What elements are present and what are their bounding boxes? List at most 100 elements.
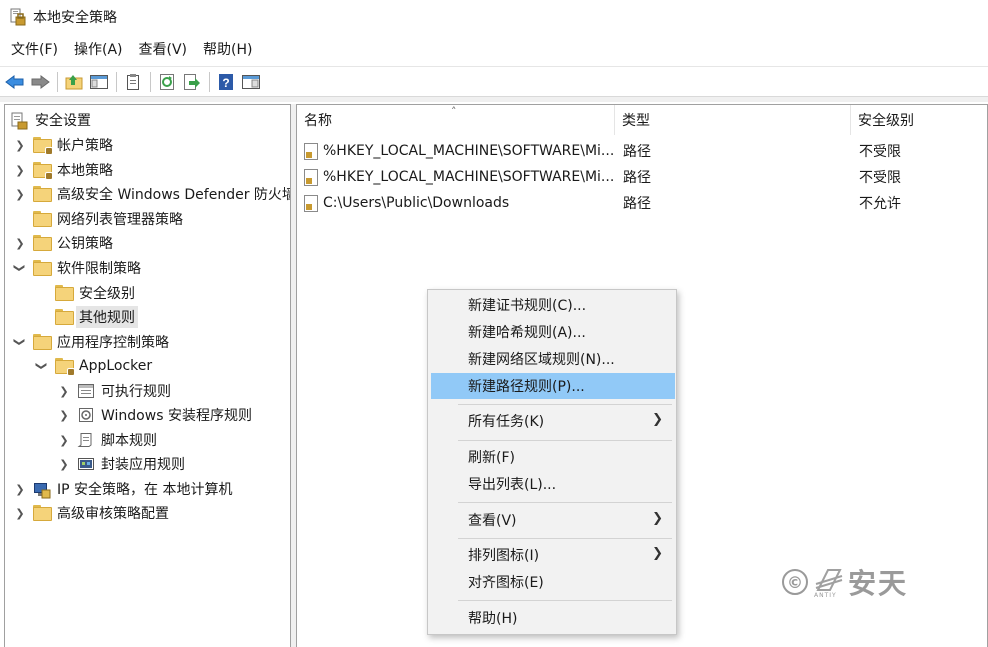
tree-item-local-policies[interactable]: ❯ 本地策略 bbox=[13, 158, 113, 182]
menu-separator bbox=[458, 600, 672, 601]
tree-item-software-restriction[interactable]: ❯ 软件限制策略 bbox=[13, 256, 142, 280]
context-menu: 新建证书规则(C)... 新建哈希规则(A)... 新建网络区域规则(N)...… bbox=[427, 289, 677, 635]
menu-view[interactable]: 查看(V) bbox=[133, 37, 194, 61]
copyright-icon: © bbox=[782, 569, 808, 595]
table-row[interactable]: %HKEY_LOCAL_MACHINE\SOFTWARE\Mi... 路径 不受… bbox=[297, 164, 987, 190]
window-title: 本地安全策略 bbox=[33, 10, 117, 26]
forward-icon[interactable] bbox=[29, 71, 51, 93]
menu-item-line-up-icons[interactable]: 对齐图标(E) bbox=[431, 569, 675, 595]
tree-item-script-rules[interactable]: ❯ 脚本规则 bbox=[57, 428, 157, 452]
tree-item-advanced-audit[interactable]: ❯ 高级审核策略配置 bbox=[13, 501, 169, 525]
tree-item-firewall[interactable]: ❯ 高级安全 Windows Defender 防火墙 bbox=[13, 182, 290, 206]
tree-root[interactable]: 安全设置 bbox=[11, 108, 91, 132]
folder-icon bbox=[33, 235, 51, 251]
chevron-right-icon[interactable]: ❯ bbox=[13, 163, 27, 177]
menu-separator bbox=[458, 502, 672, 503]
tree-item-label: 软件限制策略 bbox=[57, 261, 141, 277]
menu-item-label: 刷新(F) bbox=[468, 450, 515, 466]
tree-pane[interactable]: 安全设置 ❯ 帐户策略 ❯ 本地策略 ❯ 高级安全 Windows Defend… bbox=[4, 104, 291, 647]
up-folder-icon[interactable] bbox=[63, 71, 85, 93]
chevron-down-icon[interactable]: ❯ bbox=[35, 359, 49, 373]
toolbar: ? bbox=[0, 66, 988, 96]
tree-item-label: Windows 安装程序规则 bbox=[101, 408, 252, 424]
menu-item-refresh[interactable]: 刷新(F) bbox=[431, 444, 675, 470]
folder-icon bbox=[33, 505, 51, 521]
tree-item-ip-security[interactable]: ❯ IP 安全策略，在 本地计算机 bbox=[13, 477, 232, 501]
show-tree-icon[interactable] bbox=[88, 71, 110, 93]
chevron-right-icon[interactable]: ❯ bbox=[57, 457, 71, 471]
chevron-right-icon[interactable]: ❯ bbox=[13, 236, 27, 250]
menu-item-help[interactable]: 帮助(H) bbox=[431, 605, 675, 631]
column-header-name[interactable]: 名称 bbox=[297, 105, 615, 135]
antiy-logo-icon: ANTIY bbox=[814, 566, 844, 599]
toolbar-divider bbox=[0, 96, 988, 102]
chevron-right-icon[interactable]: ❯ bbox=[57, 433, 71, 447]
menu-item-export-list[interactable]: 导出列表(L)... bbox=[431, 471, 675, 497]
tree-item-label: 安全级别 bbox=[79, 286, 135, 302]
tree-item-public-key[interactable]: ❯ 公钥策略 bbox=[13, 231, 113, 255]
help-icon[interactable]: ? bbox=[215, 71, 237, 93]
tree-item-installer-rules[interactable]: ❯ Windows 安装程序规则 bbox=[57, 403, 252, 427]
table-row[interactable]: %HKEY_LOCAL_MACHINE\SOFTWARE\Mi... 路径 不受… bbox=[297, 138, 987, 164]
back-icon[interactable] bbox=[4, 71, 26, 93]
menu-item-arrange-icons[interactable]: 排列图标(I) ❯ bbox=[431, 542, 675, 568]
security-policy-app-icon bbox=[10, 8, 26, 26]
tree-item-label: 脚本规则 bbox=[101, 433, 157, 449]
menu-item-new-hash-rule[interactable]: 新建哈希规则(A)... bbox=[431, 319, 675, 345]
folder-icon bbox=[33, 260, 51, 276]
tree-item-label: IP 安全策略，在 本地计算机 bbox=[57, 482, 233, 498]
security-settings-icon bbox=[11, 112, 29, 130]
menu-separator bbox=[458, 538, 672, 539]
packaged-app-rules-icon bbox=[77, 456, 95, 472]
menu-item-view[interactable]: 查看(V) ❯ bbox=[431, 507, 675, 533]
tree-item-label: 封装应用规则 bbox=[101, 457, 185, 473]
title-bar: 本地安全策略 bbox=[0, 0, 988, 34]
chevron-down-icon[interactable]: ❯ bbox=[13, 261, 27, 275]
submenu-arrow-icon: ❯ bbox=[652, 412, 663, 427]
tree-item-network-list[interactable]: ❯ 网络列表管理器策略 bbox=[13, 207, 183, 231]
menu-separator bbox=[458, 440, 672, 441]
path-rule-icon bbox=[304, 168, 318, 186]
chevron-right-icon[interactable]: ❯ bbox=[13, 506, 27, 520]
list-header: ˄ 名称 类型 安全级别 bbox=[297, 105, 987, 135]
rule-security-level: 不允许 bbox=[859, 196, 901, 212]
tree-item-additional-rules[interactable]: ❯ 其他规则 bbox=[35, 305, 138, 329]
tree-item-label: 其他规则 bbox=[76, 306, 138, 328]
tree-item-applocker[interactable]: ❯ AppLocker bbox=[35, 354, 152, 378]
tree-item-account-policies[interactable]: ❯ 帐户策略 bbox=[13, 133, 113, 157]
antiy-watermark: © ANTIY 安天 bbox=[782, 562, 908, 602]
submenu-arrow-icon: ❯ bbox=[652, 546, 663, 561]
menu-item-label: 新建网络区域规则(N)... bbox=[468, 352, 615, 368]
tree-item-app-control[interactable]: ❯ 应用程序控制策略 bbox=[13, 330, 170, 354]
chevron-right-icon[interactable]: ❯ bbox=[13, 138, 27, 152]
column-header-type[interactable]: 类型 bbox=[615, 105, 851, 135]
chevron-right-icon[interactable]: ❯ bbox=[57, 384, 71, 398]
ip-security-icon bbox=[33, 481, 51, 499]
menu-item-new-network-zone-rule[interactable]: 新建网络区域规则(N)... bbox=[431, 346, 675, 372]
properties-icon[interactable] bbox=[122, 71, 144, 93]
menu-file[interactable]: 文件(F) bbox=[5, 37, 64, 61]
chevron-right-icon[interactable]: ❯ bbox=[13, 187, 27, 201]
tree-item-packaged-app-rules[interactable]: ❯ 封装应用规则 bbox=[57, 452, 185, 476]
menu-help[interactable]: 帮助(H) bbox=[197, 37, 258, 61]
menu-action[interactable]: 操作(A) bbox=[68, 37, 129, 61]
menu-item-new-path-rule[interactable]: 新建路径规则(P)... bbox=[431, 373, 675, 399]
tree-item-executable-rules[interactable]: ❯ 可执行规则 bbox=[57, 379, 171, 403]
refresh-icon[interactable] bbox=[156, 71, 178, 93]
export-icon[interactable] bbox=[181, 71, 203, 93]
menu-item-new-certificate-rule[interactable]: 新建证书规则(C)... bbox=[431, 292, 675, 318]
view-icon[interactable] bbox=[240, 71, 262, 93]
watermark-text: 安天 bbox=[848, 567, 909, 600]
chevron-down-icon[interactable]: ❯ bbox=[13, 335, 27, 349]
tree-item-label: 应用程序控制策略 bbox=[57, 335, 169, 351]
tree-item-label: 帐户策略 bbox=[57, 138, 113, 154]
chevron-right-icon[interactable]: ❯ bbox=[57, 408, 71, 422]
menu-item-all-tasks[interactable]: 所有任务(K) ❯ bbox=[431, 408, 675, 434]
chevron-right-icon[interactable]: ❯ bbox=[13, 482, 27, 496]
column-header-security-level[interactable]: 安全级别 bbox=[851, 105, 987, 135]
menu-item-label: 新建证书规则(C)... bbox=[468, 298, 587, 314]
toolbar-separator bbox=[209, 71, 210, 92]
table-row[interactable]: C:\Users\Public\Downloads 路径 不允许 bbox=[297, 190, 987, 216]
rule-security-level: 不受限 bbox=[859, 170, 901, 186]
tree-item-security-levels[interactable]: ❯ 安全级别 bbox=[35, 281, 135, 305]
